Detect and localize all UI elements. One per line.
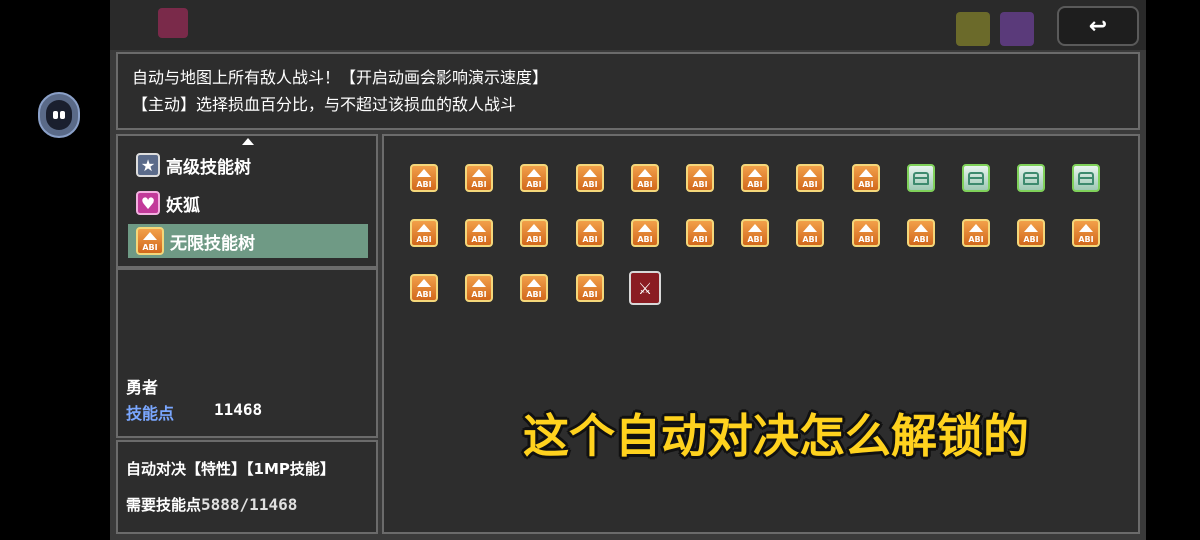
game-screen: ↩ 自动与地图上所有敌人战斗！【开启动画会影响演示速度】 【主动】选择损血百分比… [110,0,1146,540]
abi-skill-icon[interactable] [576,274,604,302]
abi-skill-icon[interactable] [962,219,990,247]
abi-icon [136,227,164,255]
skill-description-panel: 自动与地图上所有敌人战斗！【开启动画会影响演示速度】 【主动】选择损血百分比，与… [116,52,1140,130]
abi-skill-icon[interactable] [686,219,714,247]
tree-item-label: 妖狐 [166,195,200,216]
abi-skill-icon[interactable] [410,164,438,192]
tree-item-advanced[interactable]: ★ 高级技能树 [128,148,368,182]
skill-points-value: 11468 [214,400,263,419]
abi-skill-icon[interactable] [907,219,935,247]
description-line-2: 【主动】选择损血百分比，与不超过该损血的敌人战斗 [132,95,517,114]
abi-skill-icon[interactable] [852,219,880,247]
bg-shield-icon [956,12,990,46]
abi-skill-icon[interactable] [631,164,659,192]
description-line-1: 自动与地图上所有敌人战斗！【开启动画会影响演示速度】 [132,68,549,87]
abi-skill-icon[interactable] [465,274,493,302]
heart-icon: ♥ [136,191,160,215]
chest-skill-icon[interactable] [907,164,935,192]
tree-item-infinite[interactable]: 无限技能树 [128,224,368,258]
abi-skill-icon[interactable] [520,219,548,247]
abi-skill-icon[interactable] [741,164,769,192]
back-arrow-icon: ↩ [1088,13,1108,39]
abi-skill-icon[interactable] [1072,219,1100,247]
character-name: 勇者 [126,378,159,397]
auto-duel-skill-icon[interactable]: ⚔ [629,271,661,305]
character-panel: 勇者 技能点 11468 [116,268,378,438]
requirement-value: 5888/11468 [201,495,298,514]
abi-skill-icon[interactable] [465,219,493,247]
abi-skill-icon[interactable] [796,219,824,247]
abi-skill-icon[interactable] [520,274,548,302]
abi-skill-icon[interactable] [410,274,438,302]
skill-grid: ⚔ [382,134,1140,534]
abi-skill-icon[interactable] [410,219,438,247]
chest-skill-icon[interactable] [962,164,990,192]
abi-skill-icon[interactable] [1017,219,1045,247]
bg-portrait-icon [158,8,188,38]
skill-tree-list: ★ 高级技能树 ♥ 妖狐 无限技能树 [116,134,378,268]
crossed-swords-icon: ⚔ [637,278,653,298]
back-button[interactable]: ↩ [1057,6,1139,46]
tree-item-label: 高级技能树 [166,157,251,178]
abi-skill-icon[interactable] [741,219,769,247]
selected-skill-info: 自动对决【特性】【1MP技能】 需要技能点5888/11468 [116,440,378,534]
assistant-face-icon [46,100,72,130]
abi-skill-icon[interactable] [576,219,604,247]
abi-skill-icon[interactable] [852,164,880,192]
star-icon: ★ [136,153,160,177]
selected-skill-title: 自动对决【特性】【1MP技能】 [126,460,335,478]
floating-assistant-ball[interactable] [38,92,80,138]
skill-points-label: 技能点 [126,404,175,423]
abi-skill-icon[interactable] [686,164,714,192]
bg-item-icon [1000,12,1034,46]
scroll-up-icon[interactable] [242,138,254,145]
abi-skill-icon[interactable] [520,164,548,192]
chest-skill-icon[interactable] [1017,164,1045,192]
skill-requirement: 需要技能点5888/11468 [126,494,297,515]
overlay-caption: 这个自动对决怎么解锁的 [523,409,1029,463]
requirement-label: 需要技能点 [126,496,202,514]
tree-item-fox[interactable]: ♥ 妖狐 [128,186,368,220]
tree-item-label: 无限技能树 [170,233,255,254]
abi-skill-icon[interactable] [465,164,493,192]
chest-skill-icon[interactable] [1072,164,1100,192]
abi-skill-icon[interactable] [796,164,824,192]
abi-skill-icon[interactable] [631,219,659,247]
abi-skill-icon[interactable] [576,164,604,192]
